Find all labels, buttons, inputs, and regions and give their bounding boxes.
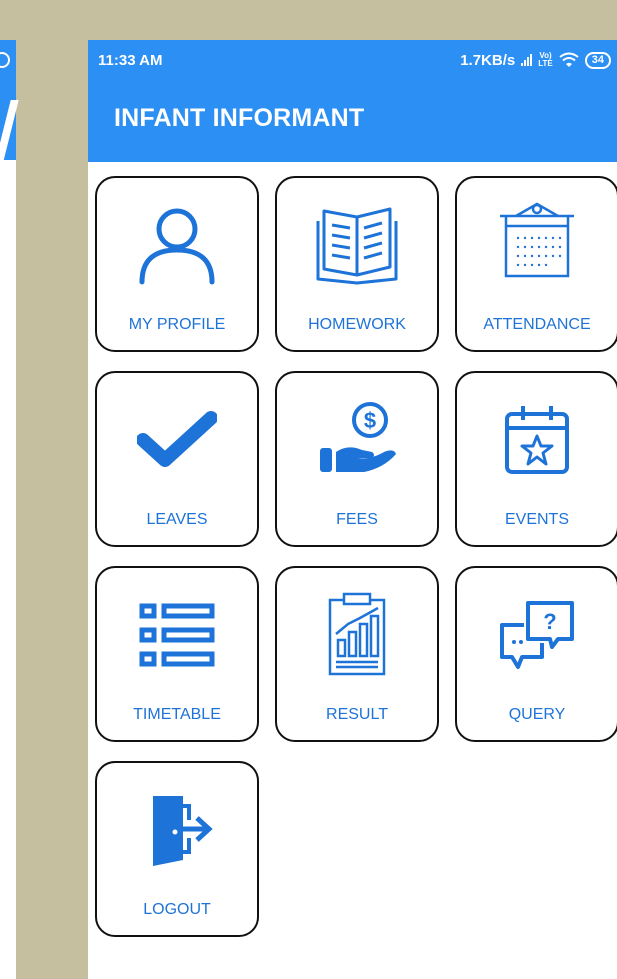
status-time: 11:33 AM <box>98 51 163 69</box>
chat-question-icon: ? <box>500 601 574 669</box>
lte-badge: Vo) LTE <box>538 51 553 68</box>
tile-my-profile[interactable]: MY PROFILE <box>95 176 259 352</box>
page-title: INFANT INFORMANT <box>114 104 365 132</box>
menu-grid: MY PROFILE HOMEWORK ATTENDANCE LEAVES $ … <box>95 176 617 937</box>
tile-label: MY PROFILE <box>128 316 226 333</box>
tile-label: QUERY <box>508 706 566 723</box>
tile-timetable[interactable]: TIMETABLE <box>95 566 259 742</box>
status-indicators: 1.7KB/s Vo) LTE 34 <box>460 51 611 69</box>
tile-logout[interactable]: LOGOUT <box>95 761 259 937</box>
tile-fees[interactable]: $ FEES <box>275 371 439 547</box>
tile-label: TIMETABLE <box>133 706 221 723</box>
checkmark-icon <box>137 411 217 467</box>
exit-door-icon <box>153 796 213 866</box>
tile-attendance[interactable]: ATTENDANCE <box>455 176 617 352</box>
svg-text:$: $ <box>364 408 376 433</box>
svg-text:?: ? <box>543 609 556 634</box>
tile-homework[interactable]: HOMEWORK <box>275 176 439 352</box>
background-stroke <box>0 100 19 170</box>
wifi-icon <box>559 52 579 67</box>
battery-icon: 34 <box>584 51 611 69</box>
report-chart-icon <box>328 592 386 676</box>
tile-label: RESULT <box>326 706 388 723</box>
signal-icon <box>521 54 533 66</box>
tile-label: HOMEWORK <box>308 316 406 333</box>
event-calendar-icon <box>505 406 569 474</box>
tile-events[interactable]: EVENTS <box>455 371 617 547</box>
phone-screen: 11:33 AM 1.7KB/s Vo) LTE 34 INFANT INFOR… <box>88 40 617 979</box>
tile-label: LOGOUT <box>143 901 211 918</box>
background-phone-header <box>0 40 19 170</box>
calendar-icon <box>500 202 574 278</box>
list-icon <box>139 603 215 667</box>
network-speed: 1.7KB/s <box>460 51 516 69</box>
tile-result[interactable]: RESULT <box>275 566 439 742</box>
tile-label: ATTENDANCE <box>483 316 591 333</box>
tile-label: FEES <box>336 511 378 528</box>
tile-label: LEAVES <box>146 511 208 528</box>
background-phone-edge <box>0 40 19 979</box>
person-icon <box>139 208 215 285</box>
background-circle <box>0 52 10 68</box>
app-bar: 11:33 AM 1.7KB/s Vo) LTE 34 INFANT INFOR… <box>88 40 617 162</box>
tile-leaves[interactable]: LEAVES <box>95 371 259 547</box>
open-book-icon <box>316 207 398 285</box>
status-bar: 11:33 AM 1.7KB/s Vo) LTE 34 <box>88 40 617 80</box>
tile-query[interactable]: ? QUERY <box>455 566 617 742</box>
hand-coin-icon: $ <box>320 402 396 472</box>
tile-label: EVENTS <box>504 511 569 528</box>
